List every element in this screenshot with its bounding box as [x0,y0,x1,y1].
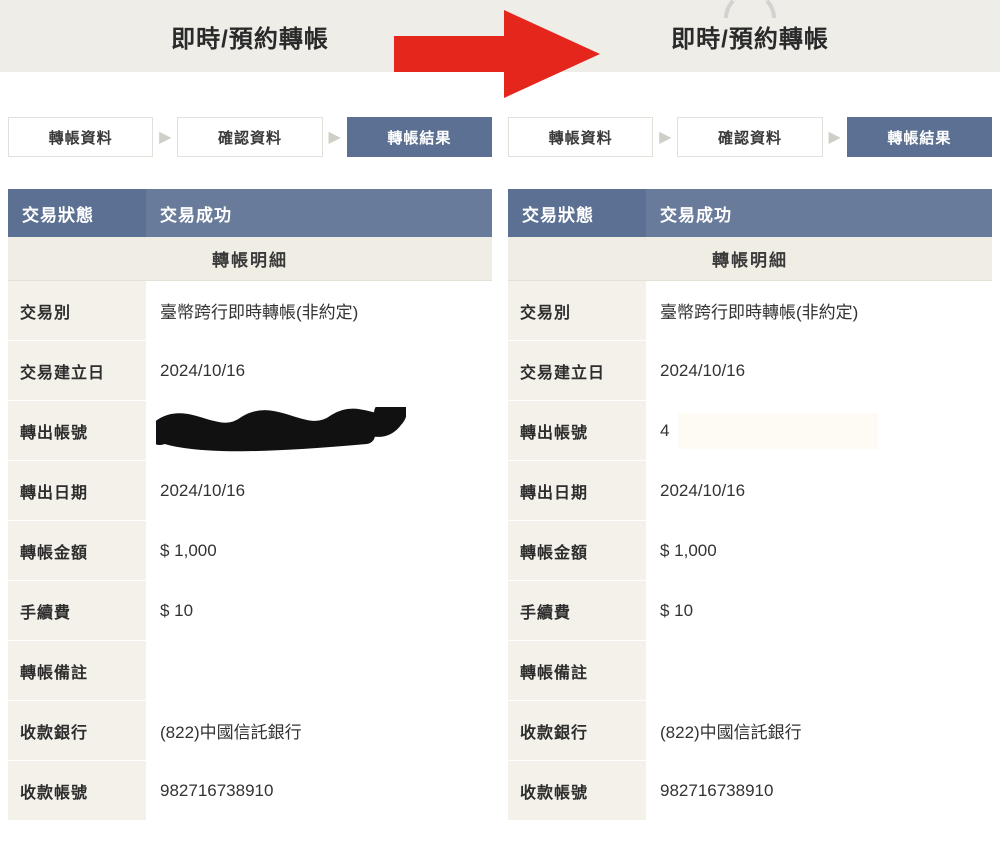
step-result[interactable]: 轉帳結果 [847,117,992,157]
row-amount: 轉帳金額 $ 1,000 [508,521,992,581]
row-created-date: 交易建立日 2024/10/16 [508,341,992,401]
left-panel: 即時/預約轉帳 轉帳資料 ▶ 確認資料 ▶ 轉帳結果 交易狀態 交易成功 轉帳明… [0,0,500,847]
page-title: 即時/預約轉帳 [171,19,329,54]
row-label: 轉出日期 [8,461,146,520]
row-value [146,401,492,460]
row-value: 4 [646,401,992,460]
stepper: 轉帳資料 ▶ 確認資料 ▶ 轉帳結果 [508,117,992,157]
row-value: $ 10 [146,581,492,640]
header-bar: 即時/預約轉帳 [500,0,1000,72]
row-label: 收款銀行 [508,701,646,760]
row-transfer-date: 轉出日期 2024/10/16 [508,461,992,521]
row-label: 手續費 [508,581,646,640]
row-amount: 轉帳金額 $ 1,000 [8,521,492,581]
row-label: 轉出帳號 [8,401,146,460]
row-value: 2024/10/16 [146,341,492,400]
row-value [646,641,992,700]
row-transaction-type: 交易別 臺幣跨行即時轉帳(非約定) [8,281,492,341]
row-value: $ 1,000 [146,521,492,580]
row-fee: 手續費 $ 10 [508,581,992,641]
row-value: 2024/10/16 [146,461,492,520]
row-label: 收款銀行 [8,701,146,760]
row-transaction-type: 交易別 臺幣跨行即時轉帳(非約定) [508,281,992,341]
row-value: (822)中國信託銀行 [146,701,492,760]
status-row: 交易狀態 交易成功 [8,189,492,237]
chevron-right-icon: ▶ [653,127,677,147]
row-from-account: 轉出帳號 [8,401,492,461]
row-created-date: 交易建立日 2024/10/16 [8,341,492,401]
chevron-right-icon: ▶ [323,127,347,147]
row-memo: 轉帳備註 [8,641,492,701]
row-transfer-date: 轉出日期 2024/10/16 [8,461,492,521]
row-label: 收款帳號 [508,761,646,820]
step-transfer-info[interactable]: 轉帳資料 [8,117,153,157]
row-label: 轉帳金額 [8,521,146,580]
row-value: 982716738910 [146,761,492,820]
row-label: 轉出帳號 [508,401,646,460]
redaction-block-icon [678,413,878,449]
row-value: 2024/10/16 [646,461,992,520]
comparison-page: 即時/預約轉帳 轉帳資料 ▶ 確認資料 ▶ 轉帳結果 交易狀態 交易成功 轉帳明… [0,0,1000,847]
status-label: 交易狀態 [8,189,146,237]
row-payee-account: 收款帳號 982716738910 [508,761,992,821]
loading-spinner-icon [724,0,776,18]
status-label: 交易狀態 [508,189,646,237]
row-value: $ 10 [646,581,992,640]
row-label: 轉出日期 [508,461,646,520]
row-label: 交易別 [8,281,146,340]
step-confirm-info[interactable]: 確認資料 [177,117,322,157]
row-value: 臺幣跨行即時轉帳(非約定) [146,281,492,340]
row-label: 手續費 [8,581,146,640]
right-panel: 即時/預約轉帳 轉帳資料 ▶ 確認資料 ▶ 轉帳結果 交易狀態 交易成功 轉帳明… [500,0,1000,847]
row-value [146,641,492,700]
row-fee: 手續費 $ 10 [8,581,492,641]
row-label: 交易別 [508,281,646,340]
row-label: 交易建立日 [8,341,146,400]
header-bar: 即時/預約轉帳 [0,0,500,72]
section-title: 轉帳明細 [508,237,992,281]
step-confirm-info[interactable]: 確認資料 [677,117,822,157]
row-label: 轉帳金額 [508,521,646,580]
row-payee-account: 收款帳號 982716738910 [8,761,492,821]
row-value-text: 4 [660,421,669,441]
row-label: 收款帳號 [8,761,146,820]
chevron-right-icon: ▶ [153,127,177,147]
row-payee-bank: 收款銀行 (822)中國信託銀行 [508,701,992,761]
row-value: 2024/10/16 [646,341,992,400]
step-result[interactable]: 轉帳結果 [347,117,492,157]
row-payee-bank: 收款銀行 (822)中國信託銀行 [8,701,492,761]
row-value: (822)中國信託銀行 [646,701,992,760]
row-memo: 轉帳備註 [508,641,992,701]
row-label: 轉帳備註 [8,641,146,700]
page-title: 即時/預約轉帳 [671,19,829,54]
status-value: 交易成功 [146,189,492,237]
section-title: 轉帳明細 [8,237,492,281]
row-label: 交易建立日 [508,341,646,400]
row-from-account: 轉出帳號 4 [508,401,992,461]
row-label: 轉帳備註 [508,641,646,700]
row-value: 臺幣跨行即時轉帳(非約定) [646,281,992,340]
chevron-right-icon: ▶ [823,127,847,147]
row-value: 982716738910 [646,761,992,820]
redaction-scribble-icon [156,407,406,457]
step-transfer-info[interactable]: 轉帳資料 [508,117,653,157]
row-value: $ 1,000 [646,521,992,580]
stepper: 轉帳資料 ▶ 確認資料 ▶ 轉帳結果 [8,117,492,157]
status-row: 交易狀態 交易成功 [508,189,992,237]
status-value: 交易成功 [646,189,992,237]
